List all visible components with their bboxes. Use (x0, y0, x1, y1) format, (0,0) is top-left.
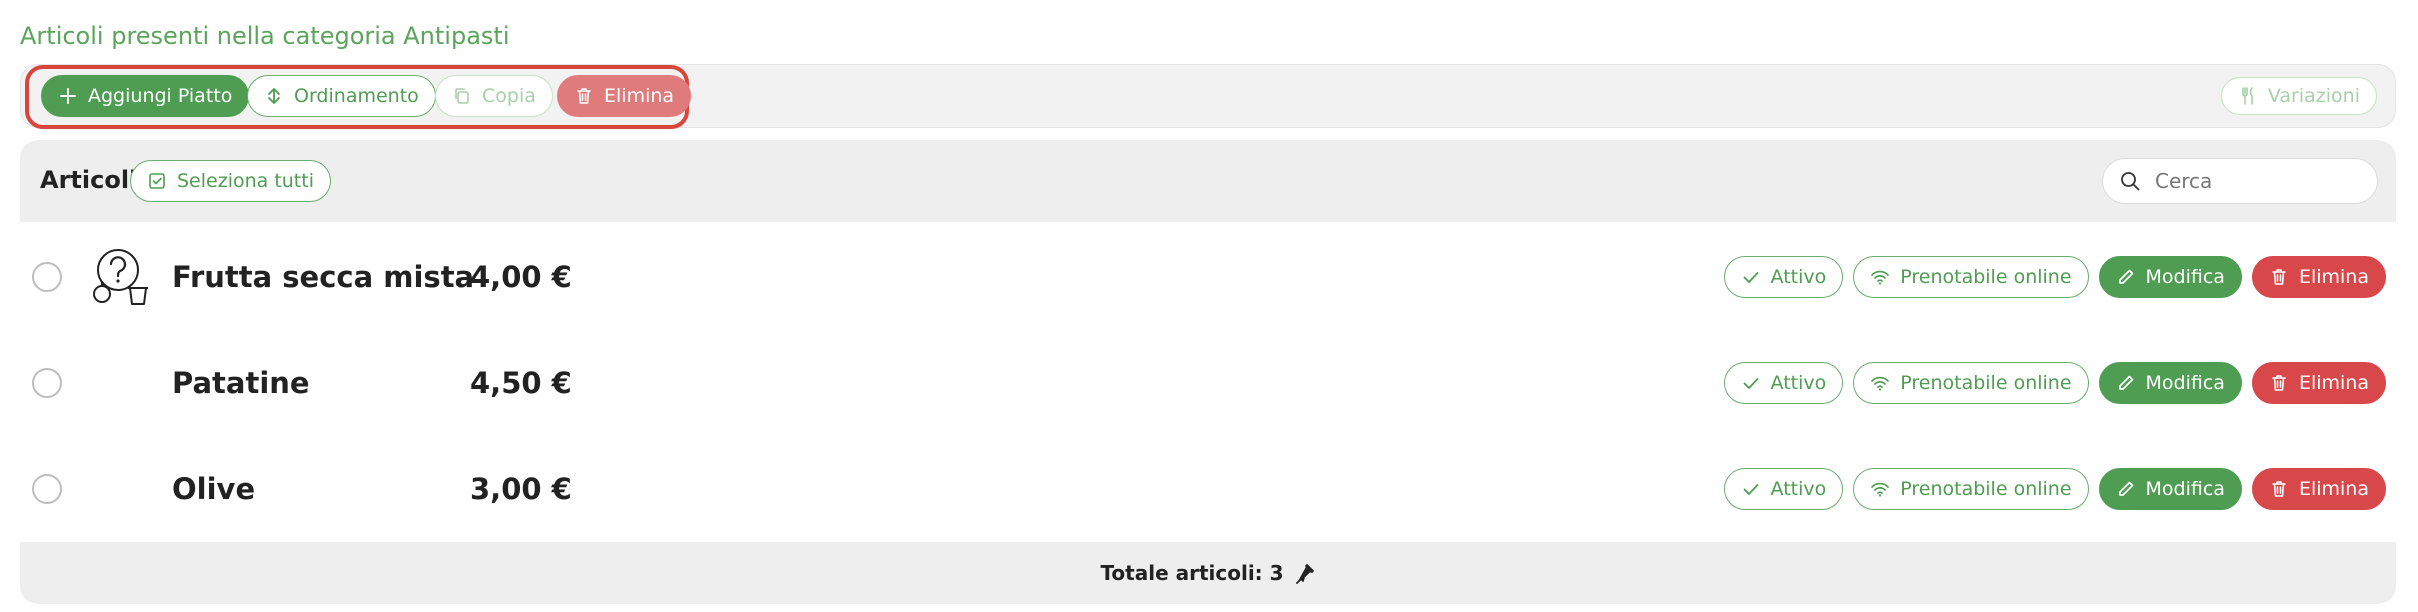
item-name: Frutta secca mista (172, 260, 475, 294)
active-toggle-button[interactable]: Attivo (1723, 362, 1844, 404)
check-icon (1743, 484, 1758, 495)
online-booking-label: Prenotabile online (1900, 372, 2072, 394)
search-icon (2121, 172, 2140, 191)
edit-button[interactable]: Modifica (2098, 362, 2242, 404)
online-booking-label: Prenotabile online (1900, 266, 2072, 288)
delete-button[interactable]: Elimina (2251, 256, 2386, 298)
trash-icon (577, 88, 591, 104)
edit-label: Modifica (2145, 266, 2225, 288)
search-input[interactable] (2155, 169, 2355, 193)
row-select-radio[interactable] (32, 368, 62, 398)
active-label: Attivo (1770, 266, 1827, 288)
trash-icon (2272, 481, 2286, 497)
table-footer: Totale articoli: 3 (20, 542, 2396, 604)
active-toggle-button[interactable]: Attivo (1723, 468, 1844, 510)
active-toggle-button[interactable]: Attivo (1723, 256, 1844, 298)
trash-icon (2272, 375, 2286, 391)
delete-label: Elimina (2298, 266, 2369, 288)
select-all-label: Seleziona tutti (177, 170, 314, 192)
plus-icon (60, 88, 76, 104)
add-dish-label: Aggiungi Piatto (88, 85, 233, 107)
sort-button[interactable]: Ordinamento (247, 75, 436, 117)
delete-button[interactable]: Elimina (2251, 468, 2386, 510)
online-booking-button[interactable]: Prenotabile online (1853, 256, 2089, 298)
delete-label: Elimina (2298, 478, 2369, 500)
delete-button[interactable]: Elimina (2251, 362, 2386, 404)
online-booking-label: Prenotabile online (1900, 478, 2072, 500)
pencil-icon (2118, 269, 2133, 284)
row-actions: Attivo Prenotabile online Modifica Elimi… (1723, 468, 2386, 510)
edit-button[interactable]: Modifica (2098, 256, 2242, 298)
item-name: Patatine (172, 366, 310, 400)
online-booking-button[interactable]: Prenotabile online (1853, 362, 2089, 404)
select-all-button[interactable]: Seleziona tutti (130, 160, 331, 202)
articles-header: Articoli Seleziona tutti (20, 140, 2396, 222)
delete-label: Elimina (2298, 372, 2369, 394)
copy-button[interactable]: Copia (435, 75, 553, 117)
copy-label: Copia (482, 85, 536, 107)
row-actions: Attivo Prenotabile online Modifica Elimi… (1723, 362, 2386, 404)
active-label: Attivo (1770, 478, 1827, 500)
check-icon (1743, 272, 1758, 283)
delete-selected-label: Elimina (604, 85, 675, 107)
edit-label: Modifica (2145, 372, 2225, 394)
articles-title: Articoli (40, 166, 138, 194)
search-box[interactable] (2102, 158, 2378, 204)
variations-label: Variazioni (2267, 85, 2360, 107)
toolbar: Aggiungi Piatto Ordinamento Copia Elimin… (20, 64, 2396, 129)
fork-knife-icon (2242, 87, 2253, 105)
sort-icon (268, 88, 280, 104)
total-items-label: Totale articoli: 3 (1100, 561, 1284, 585)
list-item: Patatine 4,50 € Attivo Prenotabile onlin… (20, 330, 2396, 436)
checkbox-icon (149, 173, 165, 189)
delete-selected-button[interactable]: Elimina (557, 75, 692, 117)
row-actions: Attivo Prenotabile online Modifica Elimi… (1723, 256, 2386, 298)
edit-label: Modifica (2145, 478, 2225, 500)
image-placeholder-icon (93, 249, 148, 305)
wifi-icon (1871, 482, 1890, 497)
pencil-icon (2118, 481, 2133, 496)
active-label: Attivo (1770, 372, 1827, 394)
wifi-icon (1871, 270, 1890, 285)
copy-icon (455, 88, 469, 104)
add-dish-button[interactable]: Aggiungi Piatto (41, 75, 250, 117)
variations-button[interactable]: Variazioni (2220, 77, 2377, 115)
item-name: Olive (172, 472, 256, 506)
wifi-icon (1871, 376, 1890, 391)
pencil-icon (2118, 375, 2133, 390)
list-item: Frutta secca mista 4,00 € Attivo Prenota… (20, 224, 2396, 330)
row-select-radio[interactable] (32, 262, 62, 292)
row-select-radio[interactable] (32, 474, 62, 504)
sort-label: Ordinamento (294, 85, 419, 107)
page-title: Articoli presenti nella categoria Antipa… (20, 22, 510, 50)
pin-icon (1295, 564, 1314, 584)
item-price: 3,00 € (470, 472, 572, 506)
check-icon (1743, 378, 1758, 389)
item-price: 4,00 € (470, 260, 572, 294)
edit-button[interactable]: Modifica (2098, 468, 2242, 510)
trash-icon (2272, 269, 2286, 285)
online-booking-button[interactable]: Prenotabile online (1853, 468, 2089, 510)
list-item: Olive 3,00 € Attivo Prenotabile online M… (20, 436, 2396, 542)
item-price: 4,50 € (470, 366, 572, 400)
